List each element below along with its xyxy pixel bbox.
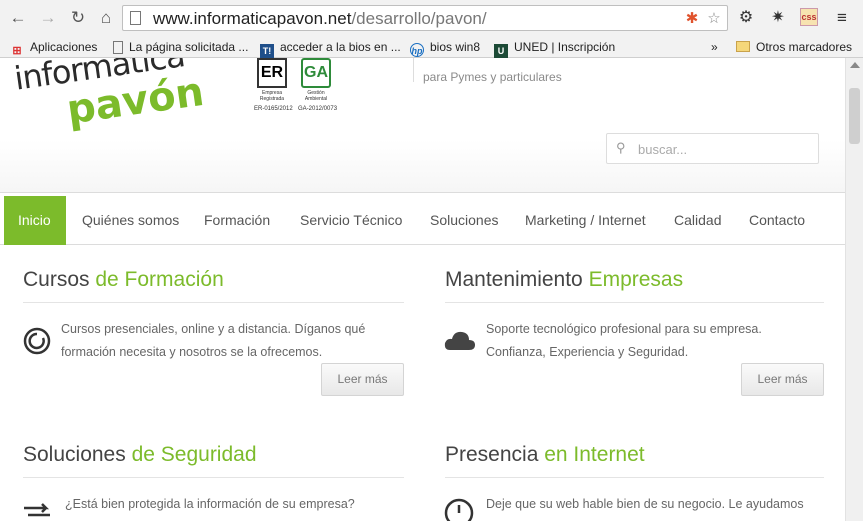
section-text-seguridad: ¿Está bien protegida la información de s… xyxy=(65,497,355,511)
search-box[interactable]: ⚲ buscar... xyxy=(606,133,819,164)
folder-icon xyxy=(736,41,750,52)
menu-item-formacion[interactable]: Formación xyxy=(204,196,270,245)
section-divider xyxy=(23,477,404,478)
t-icon: T! xyxy=(260,44,274,58)
home-icon[interactable]: ⌂ xyxy=(96,8,116,28)
star-icon[interactable]: ☆ xyxy=(705,10,723,28)
section-text-formacion: Cursos presenciales, online y a distanci… xyxy=(61,322,366,359)
tagline: para Pymes y particulares xyxy=(423,70,562,84)
bookmark-apps[interactable]: ⊞ Aplicaciones xyxy=(10,38,97,57)
section-title-internet: Presencia en Internet xyxy=(445,443,645,466)
back-icon[interactable]: ← xyxy=(8,8,28,28)
main-menu: Inicio Quiénes somos Formación Servicio … xyxy=(0,192,845,245)
menu-item-soluciones[interactable]: Soluciones xyxy=(430,196,499,245)
section-text-mantenimiento: Soporte tecnológico profesional para su … xyxy=(486,322,762,359)
site-logo[interactable]: informática pavón xyxy=(8,58,207,138)
css-icon[interactable]: css xyxy=(800,8,818,26)
section-title-mantenimiento: Mantenimiento Empresas xyxy=(445,268,684,291)
reload-icon[interactable]: ↻ xyxy=(68,8,88,28)
cert-er-badge: ER Empresa Registrada ER-0165/2012 xyxy=(254,58,293,114)
menu-item-contacto[interactable]: Contacto xyxy=(749,196,805,245)
other-bookmarks[interactable]: Otros marcadores xyxy=(736,38,852,56)
binoculars-icon: ⚲ xyxy=(616,140,626,155)
hp-icon: hp xyxy=(410,43,424,57)
gear-icon[interactable]: ⚙ xyxy=(736,8,756,28)
section-divider xyxy=(23,302,404,303)
section-divider xyxy=(445,477,824,478)
power-icon xyxy=(23,327,51,355)
arrows-icon xyxy=(24,503,50,517)
clock-icon xyxy=(444,498,474,521)
page-icon xyxy=(113,41,123,54)
apps-grid-icon: ⊞ xyxy=(12,45,22,57)
bug-icon[interactable]: ✷ xyxy=(768,8,788,28)
section-text-internet: Deje que su web hable bien de su negocio… xyxy=(486,497,804,511)
cert-ga-badge: GA Gestión Ambiental GA-2012/0073 xyxy=(298,58,337,114)
menu-item-calidad[interactable]: Calidad xyxy=(674,196,721,245)
section-title-formacion: Cursos de Formación xyxy=(23,268,224,291)
menu-item-servicio-tecnico[interactable]: Servicio Técnico xyxy=(300,196,402,245)
address-bar[interactable]: www.informaticapavon.net/desarrollo/pavo… xyxy=(122,5,728,31)
header-divider xyxy=(413,58,414,82)
bookmarks-overflow[interactable]: » xyxy=(711,38,718,56)
search-input[interactable]: buscar... xyxy=(638,142,687,157)
cloud-icon xyxy=(444,331,475,350)
section-divider xyxy=(445,302,824,303)
page-icon xyxy=(130,11,141,25)
menu-item-quienes-somos[interactable]: Quiénes somos xyxy=(82,196,179,245)
leer-mas-formacion-button[interactable]: Leer más xyxy=(321,363,404,396)
bookmarks-bar: ⊞ Aplicaciones La página solicitada ... T… xyxy=(0,36,863,58)
section-title-seguridad: Soluciones de Seguridad xyxy=(23,443,257,466)
forward-icon[interactable]: → xyxy=(38,8,58,28)
page-viewport: informática pavón ER Empresa Registrada … xyxy=(0,58,845,521)
uned-icon: U xyxy=(494,44,508,58)
leer-mas-mantenimiento-button[interactable]: Leer más xyxy=(741,363,824,396)
menu-icon[interactable]: ≡ xyxy=(832,8,852,28)
browser-toolbar: ← → ↻ ⌂ www.informaticapavon.net/desarro… xyxy=(0,0,863,36)
menu-item-inicio[interactable]: Inicio xyxy=(4,196,66,245)
menu-item-marketing[interactable]: Marketing / Internet xyxy=(525,196,646,245)
bookmark-bios[interactable]: T! acceder a la bios en ... xyxy=(260,38,401,58)
page-scrollbar[interactable] xyxy=(845,58,863,521)
url-text[interactable]: www.informaticapavon.net/desarrollo/pavo… xyxy=(153,9,487,29)
bookmark-pagina[interactable]: La página solicitada ... xyxy=(113,38,248,56)
scroll-up-icon[interactable] xyxy=(850,62,860,68)
joomla-icon[interactable]: ✱ xyxy=(683,10,701,28)
bookmark-bios-win8[interactable]: hp bios win8 xyxy=(410,38,480,57)
bookmark-uned[interactable]: U UNED | Inscripción xyxy=(494,38,615,58)
scrollbar-thumb[interactable] xyxy=(849,88,860,144)
